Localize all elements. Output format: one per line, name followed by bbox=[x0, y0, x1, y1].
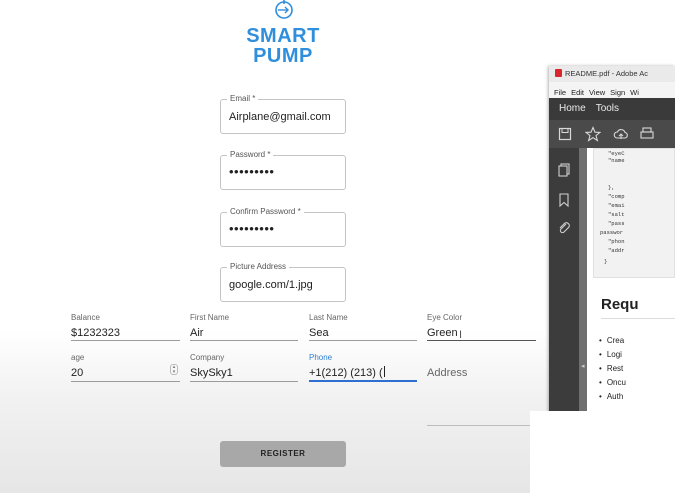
pdf-title-bar[interactable]: README.pdf - Adobe Ac bbox=[549, 66, 675, 82]
code-line: "addr bbox=[608, 247, 625, 254]
code-line: "emai bbox=[608, 202, 625, 209]
register-button[interactable]: REGISTER bbox=[220, 441, 346, 467]
company-value[interactable]: SkySky1 bbox=[190, 366, 233, 380]
eye-color-value[interactable]: Green bbox=[427, 326, 458, 340]
balance-label: Balance bbox=[71, 313, 100, 322]
pdf-menubar: File Edit View Sign Wi bbox=[549, 82, 675, 98]
confirm-password-field[interactable]: Confirm Password * ••••••••• bbox=[220, 207, 346, 247]
pdf-app-icon bbox=[555, 69, 562, 77]
email-value[interactable]: Airplane@gmail.com bbox=[229, 110, 331, 124]
logo-text-smart: SMART bbox=[246, 25, 320, 47]
eye-color-label: Eye Color bbox=[427, 313, 463, 322]
phone-underline bbox=[309, 380, 417, 382]
text-caret bbox=[383, 366, 385, 377]
code-line: "name bbox=[608, 157, 625, 164]
phone-label: Phone bbox=[309, 353, 333, 362]
first-name-field[interactable]: First Name Air bbox=[190, 313, 298, 341]
pdf-nav-bar: Home Tools bbox=[549, 98, 675, 120]
eye-color-field[interactable]: Eye Color Green bbox=[427, 313, 536, 341]
company-label: Company bbox=[190, 353, 225, 362]
first-name-underline bbox=[190, 340, 298, 341]
list-item: Logi bbox=[599, 348, 626, 362]
pdf-reader-window[interactable]: README.pdf - Adobe Ac File Edit View Sign Wi… bbox=[549, 66, 675, 426]
pages-icon[interactable] bbox=[556, 162, 572, 178]
last-name-value[interactable]: Sea bbox=[309, 326, 329, 340]
pdf-left-panel bbox=[549, 148, 579, 426]
pdf-window-title: README.pdf - Adobe Ac bbox=[565, 69, 648, 78]
pdf-toolbar bbox=[549, 120, 675, 148]
code-line: passwor bbox=[600, 229, 624, 236]
company-field[interactable]: Company SkySky1 bbox=[190, 353, 298, 382]
phone-value[interactable]: +1(212) (213) ( bbox=[309, 367, 383, 379]
requirements-list: Crea Logi Rest Oncu Auth bbox=[599, 334, 626, 404]
first-name-value[interactable]: Air bbox=[190, 326, 203, 340]
age-label: age bbox=[71, 353, 85, 362]
age-field[interactable]: age 20 ▴ ▾ bbox=[71, 353, 180, 382]
confirm-password-value[interactable]: ••••••••• bbox=[229, 222, 274, 236]
code-block: "eyeC "name }, "comp "emai "salt "pass p… bbox=[593, 148, 675, 278]
address-underline bbox=[427, 425, 537, 426]
balance-field[interactable]: Balance $1232323 bbox=[71, 313, 180, 341]
age-stepper[interactable]: ▴ ▾ bbox=[170, 364, 178, 375]
list-item: Oncu bbox=[599, 376, 626, 390]
last-name-field[interactable]: Last Name Sea bbox=[309, 313, 417, 341]
first-name-label: First Name bbox=[190, 313, 230, 322]
code-line: "salt bbox=[608, 211, 625, 218]
star-icon[interactable] bbox=[585, 126, 601, 142]
list-item: Crea bbox=[599, 334, 626, 348]
code-line: "pass bbox=[608, 220, 625, 227]
nav-tools-tab[interactable]: Tools bbox=[596, 98, 619, 120]
password-value[interactable]: ••••••••• bbox=[229, 165, 274, 179]
password-field[interactable]: Password * ••••••••• bbox=[220, 150, 346, 190]
picture-address-value[interactable]: google.com/1.jpg bbox=[229, 278, 313, 292]
code-line: "phon bbox=[608, 238, 625, 245]
address-field[interactable]: Address bbox=[427, 367, 467, 379]
smart-pump-logo: SMART PUMP bbox=[230, 0, 336, 70]
nav-home-tab[interactable]: Home bbox=[559, 98, 586, 120]
code-line: "comp bbox=[608, 193, 625, 200]
company-underline bbox=[190, 381, 298, 382]
print-icon[interactable] bbox=[639, 126, 655, 142]
last-name-underline bbox=[309, 340, 417, 341]
pdf-page: "eyeC "name }, "comp "emai "salt "pass p… bbox=[587, 148, 675, 426]
list-item: Auth bbox=[599, 390, 626, 404]
collapse-panel-icon[interactable]: ◂ bbox=[581, 362, 585, 370]
picture-address-field[interactable]: Picture Address google.com/1.jpg bbox=[220, 262, 346, 302]
pump-logo-icon bbox=[275, 0, 293, 19]
email-field[interactable]: Email * Airplane@gmail.com bbox=[220, 94, 346, 134]
confirm-password-label: Confirm Password * bbox=[227, 207, 304, 217]
email-label: Email * bbox=[227, 94, 259, 104]
code-line: }, bbox=[608, 184, 615, 191]
eye-color-underline bbox=[427, 340, 536, 341]
balance-underline bbox=[71, 340, 180, 341]
age-value[interactable]: 20 bbox=[71, 366, 83, 380]
bookmark-icon[interactable] bbox=[556, 192, 572, 208]
balance-value[interactable]: $1232323 bbox=[71, 326, 120, 340]
pdf-document-area[interactable]: ◂ "eyeC "name }, "comp "emai "salt "pass… bbox=[579, 148, 675, 426]
overlay-panel bbox=[530, 411, 675, 493]
requirements-heading: Requ bbox=[601, 296, 639, 313]
last-name-label: Last Name bbox=[309, 313, 348, 322]
logo-text-pump: PUMP bbox=[253, 45, 313, 67]
cloud-upload-icon[interactable] bbox=[613, 126, 629, 142]
heading-rule bbox=[601, 318, 675, 319]
text-cursor-icon: I bbox=[459, 329, 463, 341]
picture-address-label: Picture Address bbox=[227, 262, 290, 272]
save-icon[interactable] bbox=[557, 126, 573, 142]
list-item: Rest bbox=[599, 362, 626, 376]
phone-field[interactable]: Phone +1(212) (213) ( bbox=[309, 353, 417, 382]
age-underline bbox=[71, 381, 180, 382]
paperclip-icon[interactable] bbox=[556, 220, 572, 236]
password-label: Password * bbox=[227, 150, 274, 160]
code-line: } bbox=[604, 258, 608, 265]
